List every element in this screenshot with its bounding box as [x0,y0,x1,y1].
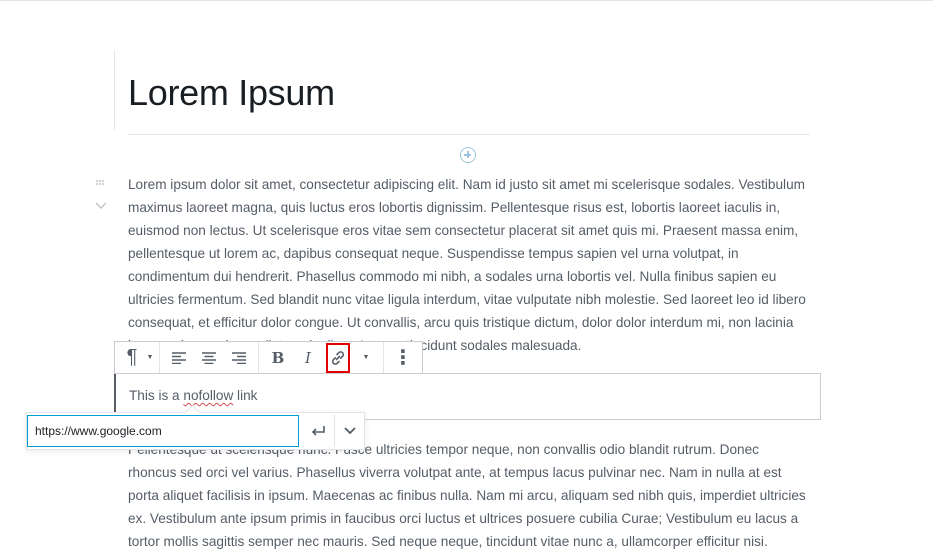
caret-down-icon[interactable]: ▼ [145,354,155,361]
selected-paragraph-text[interactable]: This is a nofollow link [129,388,257,403]
link-settings-chevron-down-icon[interactable] [334,415,364,447]
paragraph-block-3[interactable]: Pellentesque ut scelerisque nunc. Fusce … [128,438,808,550]
plus-circle-icon[interactable] [460,147,476,163]
more-formats-caret-icon[interactable]: ▼ [353,342,379,373]
drag-handle-icon[interactable] [95,179,105,189]
top-rule [0,0,933,1]
link-popover [26,412,365,450]
text-after: link [233,388,258,403]
block-toolbar: ¶ ▼ B I ▼ ⋮ [114,341,423,374]
more-options-icon[interactable]: ⋮ [388,342,418,373]
title-divider [128,134,810,135]
italic-button[interactable]: I [293,342,323,373]
align-left-icon[interactable] [164,342,194,373]
paragraph-block-1[interactable]: Lorem ipsum dolor sit amet, consectetur … [128,173,808,357]
text-before: This is a [129,388,184,403]
link-text[interactable]: nofollow [183,388,233,403]
alignment-group [160,342,259,373]
bold-button[interactable]: B [263,342,293,373]
chevron-down-icon[interactable] [95,202,107,212]
align-right-icon[interactable] [224,342,254,373]
paragraph-icon[interactable]: ¶ [119,342,145,373]
block-switcher-group: ¶ ▼ [115,342,160,373]
title-block[interactable]: Lorem Ipsum [114,50,810,130]
url-input[interactable] [27,415,299,447]
link-icon[interactable] [326,342,350,373]
format-group: B I ▼ [259,342,384,373]
more-group: ⋮ [384,342,422,373]
post-title[interactable]: Lorem Ipsum [128,72,335,114]
enter-arrow-icon[interactable] [303,415,333,447]
align-center-icon[interactable] [194,342,224,373]
